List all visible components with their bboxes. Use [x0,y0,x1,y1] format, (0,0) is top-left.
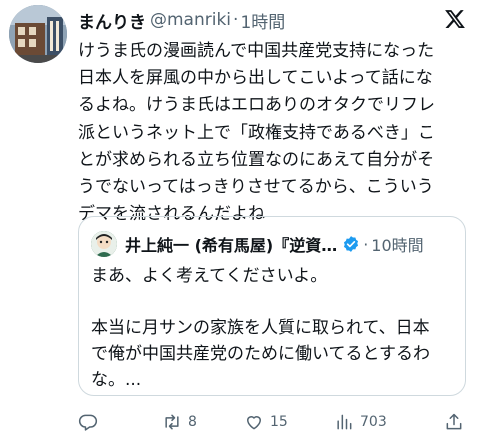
share-button[interactable] [444,408,470,436]
quote-text-line: な。... [91,370,142,390]
reply-button[interactable] [78,408,104,436]
tweet-text: けうま氏の漫画読んで中国共産党支持になった 日本人を屏風の中から出してこいよって… [78,38,474,228]
retweet-count: 8 [188,414,197,430]
action-bar: 8 15 703 [78,408,474,436]
quote-header: 井上純一 (希有馬屋)『逆資… · 10時間 [125,231,461,257]
views-count: 703 [360,414,387,430]
views-button[interactable]: 703 [334,408,387,436]
quote-tweet[interactable]: 井上純一 (希有馬屋)『逆資… · 10時間 まあ、よく考えてくださいよ。 本当… [78,216,466,396]
avatar[interactable] [9,5,67,63]
quote-timestamp: 10時間 [371,236,424,255]
display-name[interactable]: まんりき [78,8,146,33]
verified-badge-icon [344,236,359,252]
handle[interactable]: @manriki [150,10,231,30]
tweet-text-line: うでないってはっきりさせてるから、こういう [78,177,434,198]
tweet-text-line: 日本人を屏風の中から出してこいよって話にな [78,68,433,89]
quote-text-line: で俺が中国共産党のために働いてるとするわ [91,344,430,364]
tweet-text-line: 派というネット上で「政権支持であるべき」こ [78,122,435,143]
heart-icon [247,416,261,430]
retweet-button[interactable]: 8 [162,408,197,436]
like-count: 15 [270,414,288,430]
like-button[interactable]: 15 [244,408,288,436]
timestamp[interactable]: 1時間 [240,8,285,33]
retweet-icon [165,414,179,430]
x-logo-icon [444,8,466,30]
tweet-text-line: けうま氏の漫画読んで中国共産党支持になった [78,41,435,61]
tweet-header: まんりき @manriki · 1時間 [78,8,285,33]
tweet-text-line: るよね。けうま氏はエロありのオタクでリフレ [78,95,435,116]
views-icon [337,414,352,430]
quote-text-line: 本当に月サンの家族を人質に取られて、日本 [91,318,430,338]
quote-text-line [91,289,461,315]
quote-avatar [91,231,117,257]
separator: · [233,10,239,30]
tweet-text-line: とが求められる立ち位置なのにあえて自分がそ [78,149,435,170]
quote-text-line: まあ、よく考えてくださいよ。 [91,266,328,286]
reply-icon [78,414,98,431]
quote-display-name: 井上純一 (希有馬屋)『逆資… [125,236,338,255]
quote-text: まあ、よく考えてくださいよ。 本当に月サンの家族を人質に取られて、日本 で俺が中… [91,263,461,393]
share-icon [446,413,462,430]
quote-separator: · [363,234,369,254]
